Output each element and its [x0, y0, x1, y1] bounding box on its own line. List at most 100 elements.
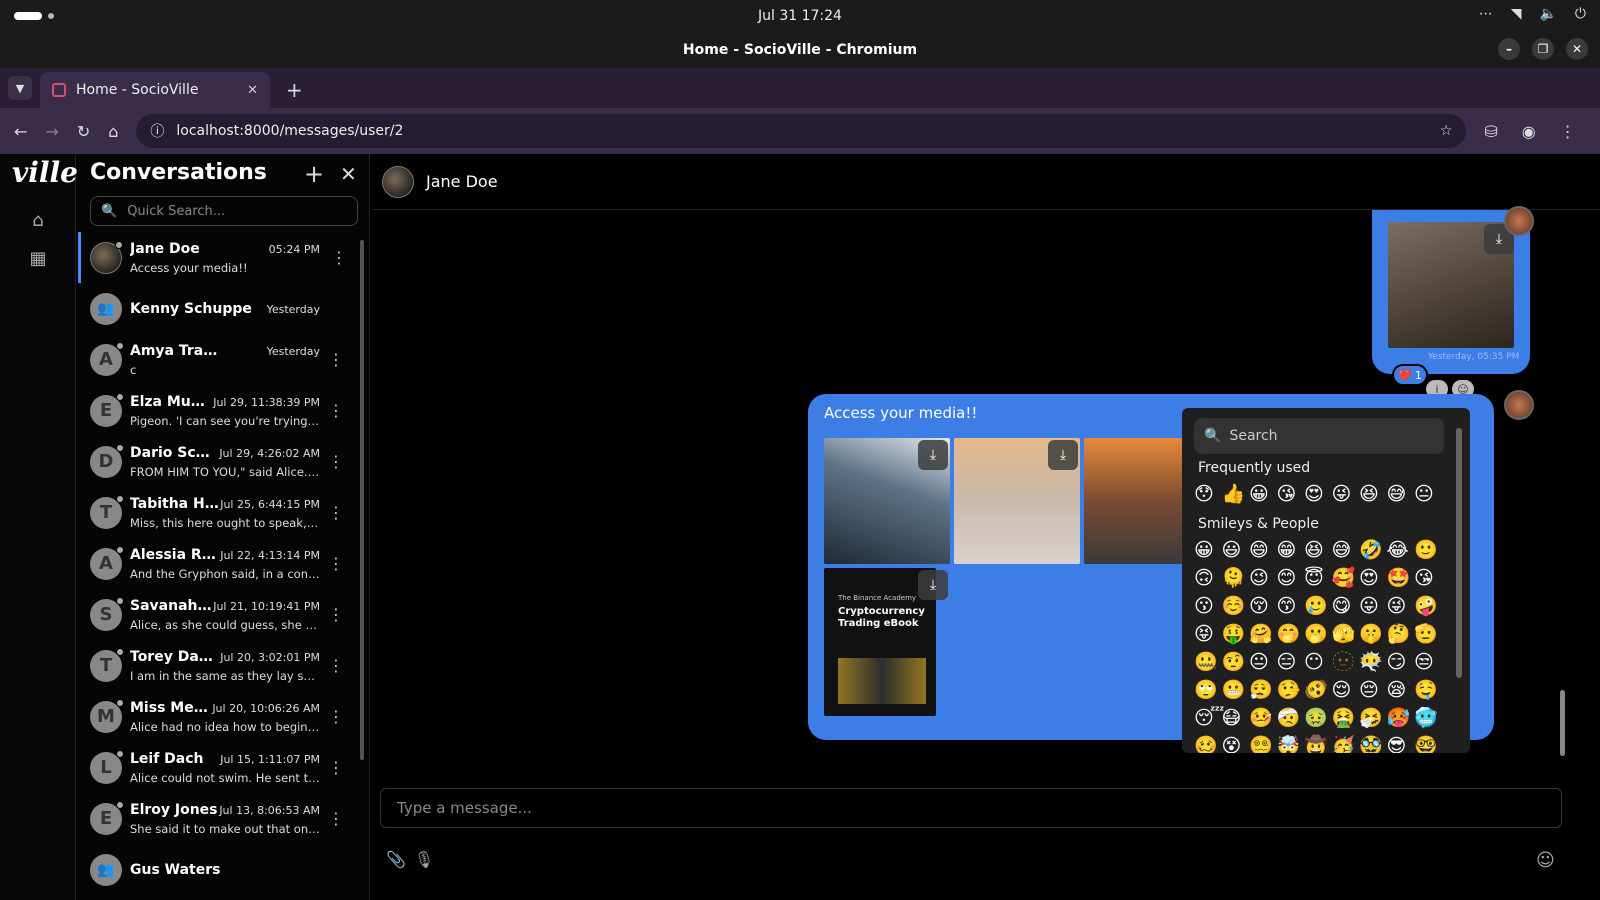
conversation-item[interactable]: E Elza MuellerJul 29, 11:38:39 PM Pigeon. … [78, 385, 358, 436]
media-thumb-jeep[interactable]: ⤓ [954, 438, 1080, 564]
emoji-option[interactable]: 🤐 [1194, 650, 1222, 674]
media-thumb-road[interactable] [1084, 438, 1184, 564]
emoji-option[interactable]: 😉 [1249, 566, 1277, 590]
emoji-option[interactable]: 😶 [1304, 650, 1332, 674]
emoji-option[interactable]: 😎 [1387, 734, 1415, 753]
emoji-option[interactable]: 😅 [1332, 538, 1360, 562]
conversation-item[interactable]: 👥 Kenny Schuppe Yesterday [78, 283, 358, 334]
browser-tab-active[interactable]: Home - SocioVille ✕ [40, 72, 270, 108]
bookmark-star-icon[interactable]: ☆ [1440, 123, 1453, 139]
conversation-item[interactable]: L Leif Dach Jul 15, 1:11:07 PM Alice could … [78, 742, 358, 793]
emoji-option[interactable]: 😙 [1277, 594, 1305, 618]
emoji-option[interactable]: 😘 [1277, 482, 1305, 506]
download-icon[interactable]: ⤓ [918, 440, 948, 470]
emoji-option[interactable]: 🤧 [1359, 706, 1387, 730]
conversation-options-icon[interactable]: ⋮ [328, 809, 344, 828]
emoji-option[interactable]: 🤮 [1332, 706, 1360, 730]
address-bar[interactable]: ⓘ localhost:8000/messages/user/2 ☆ [136, 114, 1467, 148]
emoji-option[interactable]: 😛 [1359, 594, 1387, 618]
emoji-option[interactable]: 🤥 [1277, 678, 1305, 702]
profile-icon[interactable]: ◉ [1522, 122, 1536, 141]
url-text[interactable]: localhost:8000/messages/user/2 [176, 123, 403, 139]
site-info-icon[interactable]: ⓘ [150, 121, 164, 141]
emoji-option[interactable]: 😗 [1194, 594, 1222, 618]
close-window-button[interactable]: ✕ [1566, 38, 1588, 60]
conversation-options-icon[interactable]: ⋮ [328, 503, 344, 522]
emoji-option[interactable]: 🤣 [1359, 538, 1387, 562]
app-logo[interactable]: ville [12, 156, 78, 189]
new-conversation-button[interactable]: + [304, 160, 324, 188]
emoji-option[interactable]: 😆 [1304, 538, 1332, 562]
emoji-option[interactable]: 😌 [1332, 678, 1360, 702]
system-tray[interactable]: ⋯ ◥ 🔈 ⏻ [1479, 6, 1586, 22]
emoji-option[interactable]: 🤩 [1387, 566, 1415, 590]
emoji-option[interactable]: 🤫 [1359, 622, 1387, 646]
conversation-options-icon[interactable]: ⋮ [328, 758, 344, 777]
emoji-option[interactable]: 🫨 [1304, 678, 1332, 702]
emoji-option[interactable]: 😯 [1194, 482, 1222, 506]
emoji-option[interactable]: 🥵 [1387, 706, 1415, 730]
browser-menu-icon[interactable]: ⋮ [1560, 122, 1576, 141]
emoji-option[interactable]: 🤔 [1387, 622, 1415, 646]
conversation-options-icon[interactable]: ⋮ [328, 605, 344, 624]
emoji-option[interactable]: 😁 [1277, 538, 1305, 562]
message-input[interactable]: Type a message... [380, 788, 1562, 828]
contact-avatar[interactable] [382, 165, 414, 198]
emoji-option[interactable]: 🤕 [1277, 706, 1305, 730]
emoji-option[interactable]: 🤒 [1249, 706, 1277, 730]
message-input-placeholder[interactable]: Type a message... [397, 799, 532, 817]
conversation-item[interactable]: M Miss Meg... Jul 20, 10:06:26 AM Alice had… [78, 691, 358, 742]
emoji-option[interactable]: 🥶 [1414, 706, 1442, 730]
emoji-option[interactable]: 😬 [1222, 678, 1250, 702]
emoji-option[interactable]: 😝 [1194, 622, 1222, 646]
emoji-option[interactable]: 😂 [1387, 538, 1415, 562]
message-bubble-image[interactable]: ⤓ Yesterday, 05:35 PM [1372, 210, 1530, 374]
emoji-option[interactable]: 😏 [1387, 650, 1415, 674]
conversation-item[interactable]: D Dario Schu...Jul 29, 4:26:02 AM FROM HIM… [78, 436, 358, 487]
emoji-option[interactable]: 🤢 [1304, 706, 1332, 730]
media-thumb-buildings[interactable]: ⤓ [824, 438, 950, 564]
conversation-item[interactable]: 👥 Gus Waters [78, 844, 358, 895]
forward-icon[interactable]: → [45, 122, 58, 141]
emoji-option[interactable]: 🤗 [1249, 622, 1277, 646]
emoji-search-input[interactable]: 🔍 Search [1194, 418, 1444, 454]
media-thumb-ebook[interactable]: The Binance Academy Cryptocurrency Tradi… [824, 568, 948, 716]
conversation-item[interactable]: T Torey Davis Jul 20, 3:02:01 PM I am in th… [78, 640, 358, 691]
emoji-option[interactable]: 😪 [1387, 678, 1415, 702]
emoji-option[interactable]: 🥳 [1332, 734, 1360, 753]
emoji-option[interactable]: 🥲 [1304, 594, 1332, 618]
emoji-option[interactable]: 😷 [1222, 706, 1250, 730]
emoji-option[interactable]: 🤨 [1222, 650, 1250, 674]
emoji-option[interactable]: 😚 [1249, 594, 1277, 618]
emoji-option[interactable]: 😘 [1414, 566, 1442, 590]
search-placeholder[interactable]: Quick Search... [127, 204, 225, 219]
emoji-option[interactable]: 😜 [1387, 594, 1415, 618]
emoji-option[interactable]: 🙂 [1414, 538, 1442, 562]
emoji-option[interactable]: 😃 [1222, 538, 1250, 562]
emoji-option[interactable]: 🤑 [1222, 622, 1250, 646]
workspace-indicator[interactable] [14, 12, 54, 20]
emoji-option[interactable]: 🥰 [1332, 566, 1360, 590]
emoji-option[interactable]: 😇 [1304, 566, 1332, 590]
emoji-option[interactable]: 😍 [1304, 482, 1332, 506]
conversation-options-icon[interactable]: ⋮ [328, 707, 344, 726]
tab-search-button[interactable]: ▼ [8, 76, 32, 100]
maximize-button[interactable]: ❐ [1532, 38, 1554, 60]
emoji-option[interactable]: ☺️ [1222, 594, 1250, 618]
conversation-item[interactable]: A Amya Trantow Yesterday c ⋮ [78, 334, 358, 385]
emoji-option[interactable]: 😵‍💫 [1249, 734, 1277, 753]
emoji-option[interactable]: 😵 [1222, 734, 1250, 753]
conversation-options-icon[interactable]: ⋮ [331, 248, 347, 267]
conversation-item[interactable]: E Elroy Jones Jul 13, 8:06:53 AM She said i… [78, 793, 358, 844]
emoji-option[interactable]: 🤓 [1414, 734, 1442, 753]
emoji-option[interactable]: 🫡 [1414, 622, 1442, 646]
incognito-icon[interactable]: ⛁ [1484, 122, 1497, 141]
quick-search-input[interactable]: 🔍 Quick Search... [90, 196, 358, 226]
emoji-option[interactable]: 😒 [1414, 650, 1442, 674]
emoji-option[interactable]: 🤯 [1277, 734, 1305, 753]
new-tab-button[interactable]: + [286, 78, 303, 102]
conversation-options-icon[interactable]: ⋮ [328, 401, 344, 420]
minimize-button[interactable]: – [1498, 38, 1520, 60]
conversation-item[interactable]: S Savanah Tr...Jul 21, 10:19:41 PM Alice, … [78, 589, 358, 640]
emoji-option[interactable]: 🥸 [1359, 734, 1387, 753]
